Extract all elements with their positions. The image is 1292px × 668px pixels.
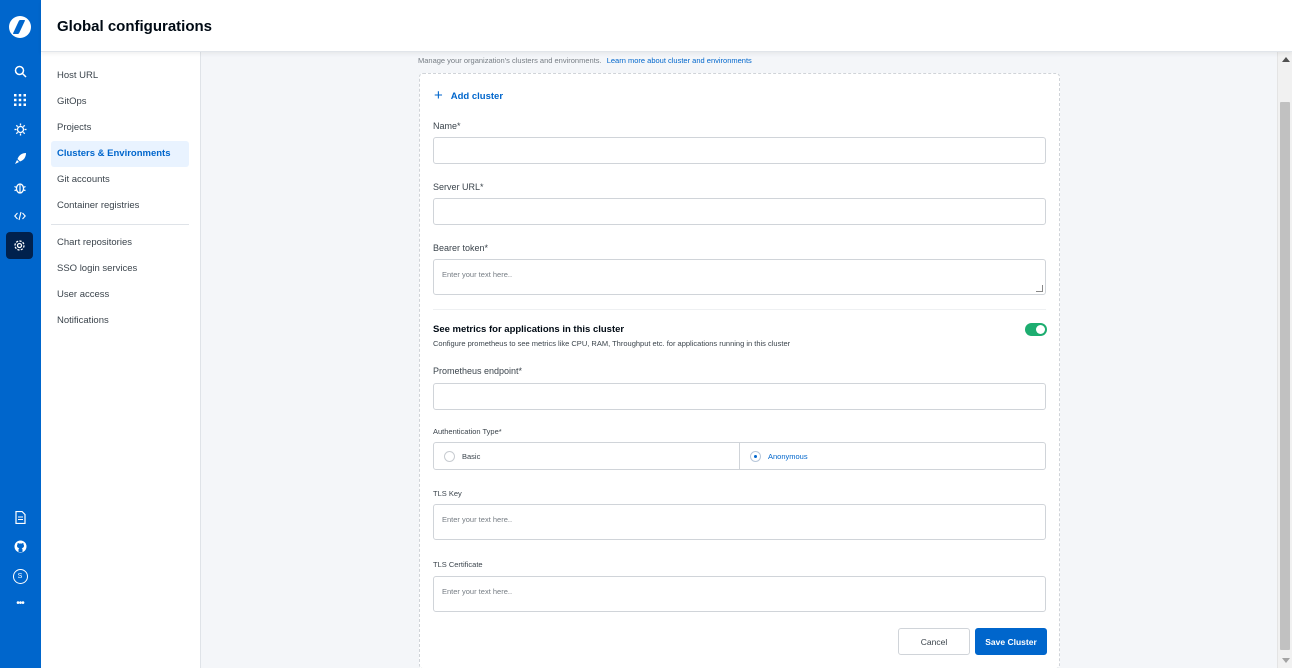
- github-icon[interactable]: [10, 536, 30, 556]
- tls-key-label: TLS Key: [433, 489, 462, 498]
- add-cluster-form: + Add cluster Name* Server URL* Bearer t…: [419, 73, 1060, 668]
- add-cluster-label: Add cluster: [450, 90, 504, 102]
- bearer-token-label: Bearer token*: [433, 243, 489, 253]
- prometheus-endpoint-input[interactable]: [433, 383, 1046, 410]
- metrics-toggle[interactable]: [1025, 323, 1047, 336]
- auth-option-anonymous[interactable]: Anonymous: [739, 443, 1045, 469]
- plus-icon: +: [434, 87, 443, 104]
- nav-item-container-registries[interactable]: Container registries: [51, 193, 189, 219]
- resize-handle-icon[interactable]: [1036, 285, 1043, 292]
- settings-nav: Host URL GitOps Projects Clusters & Envi…: [41, 52, 201, 668]
- section-divider: [433, 309, 1046, 310]
- server-url-label: Server URL*: [433, 182, 484, 192]
- learn-more-link[interactable]: Learn more about cluster and environment…: [607, 56, 752, 65]
- logo-icon[interactable]: [9, 16, 31, 38]
- more-icon[interactable]: •••: [10, 594, 30, 614]
- server-url-input[interactable]: [433, 198, 1046, 225]
- search-icon[interactable]: [10, 61, 30, 81]
- metrics-subtitle: Configure prometheus to see metrics like…: [433, 339, 791, 348]
- nav-item-git-accounts[interactable]: Git accounts: [51, 167, 189, 193]
- auth-option-anonymous-label: Anonymous: [768, 451, 808, 461]
- tls-certificate-placeholder: Enter your text here..: [442, 587, 513, 596]
- radio-checked-icon: [750, 450, 761, 462]
- bearer-token-textarea[interactable]: Enter your text here..: [433, 259, 1046, 295]
- security-bug-icon[interactable]: [10, 177, 30, 197]
- code-icon[interactable]: [10, 206, 30, 226]
- page-title: Global configurations: [57, 18, 213, 35]
- chart-icon[interactable]: [10, 119, 30, 139]
- app-rail: S •••: [0, 0, 41, 668]
- name-label: Name*: [433, 121, 461, 131]
- main-content: Manage your organization's clusters and …: [201, 52, 1277, 668]
- deploy-rocket-icon[interactable]: [10, 148, 30, 168]
- tls-certificate-label: TLS Certificate: [433, 560, 483, 569]
- auth-type-radio-group: Basic Anonymous: [433, 442, 1046, 470]
- metrics-title: See metrics for applications in this clu…: [433, 324, 625, 335]
- save-cluster-button[interactable]: Save Cluster: [975, 628, 1047, 655]
- tls-certificate-input[interactable]: Enter your text here..: [433, 576, 1046, 612]
- auth-option-basic-label: Basic: [462, 451, 481, 461]
- cancel-button[interactable]: Cancel: [898, 628, 970, 655]
- docs-icon[interactable]: [10, 507, 30, 527]
- add-cluster-header[interactable]: + Add cluster: [434, 87, 504, 104]
- nav-item-clusters-environments[interactable]: Clusters & Environments: [51, 141, 189, 167]
- apps-grid-icon[interactable]: [10, 90, 30, 110]
- name-input[interactable]: [433, 137, 1046, 164]
- vertical-scrollbar[interactable]: [1277, 52, 1292, 668]
- auth-option-basic[interactable]: Basic: [434, 443, 739, 469]
- user-avatar-icon[interactable]: S: [10, 566, 30, 586]
- prometheus-label: Prometheus endpoint*: [433, 366, 523, 376]
- nav-item-chart-repositories[interactable]: Chart repositories: [51, 230, 189, 256]
- radio-unchecked-icon: [444, 450, 455, 462]
- nav-item-projects[interactable]: Projects: [51, 115, 189, 141]
- page-header: Global configurations: [41, 0, 1292, 52]
- nav-item-user-access[interactable]: User access: [51, 282, 189, 308]
- nav-item-sso-login-services[interactable]: SSO login services: [51, 256, 189, 282]
- auth-type-label: Authentication Type*: [433, 427, 502, 436]
- nav-item-gitops[interactable]: GitOps: [51, 89, 189, 115]
- scroll-down-arrow-icon[interactable]: [1282, 658, 1290, 663]
- nav-item-notifications[interactable]: Notifications: [51, 308, 189, 334]
- nav-divider: [51, 224, 189, 225]
- page-description: Manage your organization's clusters and …: [418, 56, 752, 65]
- tls-key-placeholder: Enter your text here..: [442, 515, 513, 524]
- scroll-thumb[interactable]: [1280, 102, 1290, 650]
- tls-key-input[interactable]: Enter your text here..: [433, 504, 1046, 540]
- bearer-token-placeholder: Enter your text here..: [442, 270, 513, 279]
- description-text: Manage your organization's clusters and …: [418, 56, 602, 65]
- avatar: S: [12, 568, 28, 584]
- settings-gear-icon[interactable]: [6, 232, 33, 259]
- nav-item-host-url[interactable]: Host URL: [51, 63, 189, 89]
- scroll-up-arrow-icon[interactable]: [1282, 57, 1290, 62]
